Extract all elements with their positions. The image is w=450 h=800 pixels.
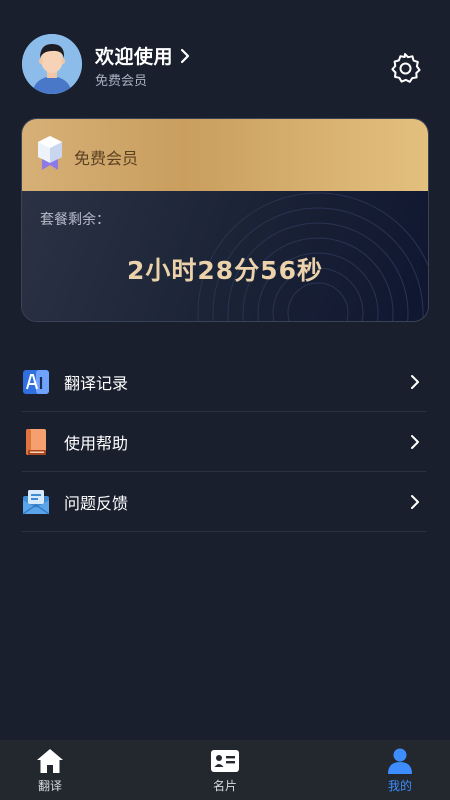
user-name: 欢迎使用 — [95, 46, 174, 68]
user-name-link[interactable]: 欢迎使用 — [95, 42, 191, 69]
membership-card-header: 免费会员 — [22, 119, 428, 191]
tab-label: 翻译 — [37, 779, 62, 793]
gear-icon[interactable] — [388, 51, 422, 85]
tab-mine[interactable]: 我的 — [350, 740, 450, 800]
menu-item-feedback[interactable]: 问题反馈 — [22, 472, 426, 532]
chevron-right-icon — [411, 495, 419, 509]
menu-item-label: 使用帮助 — [64, 433, 129, 453]
remaining-time: 2小时28分56秒 — [127, 256, 323, 285]
tab-label: 我的 — [387, 779, 412, 793]
feedback-mail-icon — [22, 489, 50, 514]
menu-item-label: 问题反馈 — [64, 493, 129, 513]
card-icon — [211, 750, 239, 772]
membership-level: 免费会员 — [74, 149, 139, 168]
tab-translate[interactable]: 翻译 — [0, 740, 100, 800]
chevron-right-icon — [411, 375, 419, 389]
membership-card-body: 套餐剩余： 2小时28分56秒 — [22, 191, 428, 321]
remaining-label: 套餐剩余： — [40, 212, 110, 228]
bottom-tab-bar: 翻译 名片 我的 — [0, 740, 450, 800]
chevron-right-icon — [180, 48, 190, 63]
menu-item-label: 翻译记录 — [64, 373, 129, 393]
menu-item-translation-history[interactable]: 翻译记录 — [22, 352, 426, 412]
help-book-icon — [26, 428, 46, 455]
avatar[interactable] — [22, 34, 82, 94]
profile-page: 欢迎使用 免费会员 免费会员 套餐剩余： 2小时28分56秒 翻译记录 使用帮助… — [0, 0, 450, 800]
diamond-badge-icon — [38, 136, 62, 170]
menu-item-help[interactable]: 使用帮助 — [22, 412, 426, 472]
membership-card[interactable]: 免费会员 套餐剩余： 2小时28分56秒 — [21, 118, 429, 322]
user-level: 免费会员 — [95, 74, 148, 89]
avatar-illustration — [22, 34, 82, 94]
translate-record-icon — [23, 369, 49, 394]
menu-list: 翻译记录 使用帮助 问题反馈 — [22, 352, 426, 532]
tab-business-card[interactable]: 名片 — [100, 740, 350, 800]
home-icon — [37, 749, 63, 773]
tab-label: 名片 — [212, 779, 237, 793]
chevron-right-icon — [411, 435, 419, 449]
profile-header: 欢迎使用 免费会员 — [0, 0, 450, 110]
user-icon — [388, 748, 412, 774]
